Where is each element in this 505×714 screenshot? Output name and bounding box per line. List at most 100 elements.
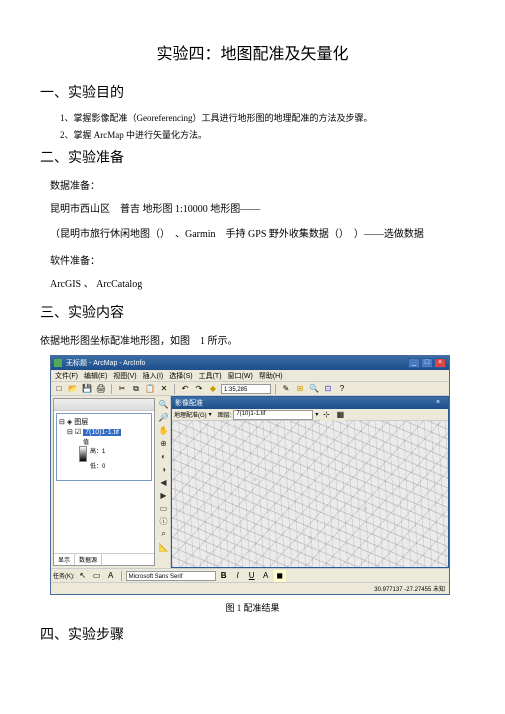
zoom-out-tool[interactable]: 🔎 (158, 411, 170, 423)
prev-extent-tool[interactable]: ◀ (158, 476, 170, 488)
toolbar-separator (174, 384, 175, 394)
task-label: 任务(K): (53, 571, 75, 580)
section-2-heading: 二、实验准备 (40, 147, 465, 167)
dropdown-icon[interactable]: ▾ (315, 411, 318, 418)
expand-icon[interactable]: ⊟ (59, 418, 65, 426)
arcmap-window: 无标题 - ArcMap - ArcInfo _ □ × 文件(F) 编辑(E)… (50, 355, 450, 595)
software-line: ArcGIS 、 ArcCatalog (50, 277, 465, 292)
layers-root[interactable]: ⊟ ◈ 图层 (59, 417, 149, 427)
help-button[interactable]: ? (336, 383, 348, 395)
editor-button[interactable]: ✎ (280, 383, 292, 395)
rect-tool[interactable]: ▭ (91, 570, 103, 582)
section-4-heading: 四、实验步骤 (40, 624, 465, 644)
fill-color[interactable]: ◼ (274, 570, 286, 582)
low-value: 低：0 (90, 461, 105, 470)
georef-close[interactable]: × (436, 399, 445, 407)
next-extent-tool[interactable]: ▶ (158, 489, 170, 501)
expand-icon[interactable]: ⊟ (67, 428, 73, 436)
layers-tree[interactable]: ⊟ ◈ 图层 ⊟ ☑ 7(10)1-1.tif 值 (56, 413, 152, 481)
search-button[interactable]: 🔍 (308, 383, 320, 395)
pan-tool[interactable]: ✋ (158, 424, 170, 436)
toc-tab-source[interactable]: 数据源 (75, 554, 102, 565)
toc-tab-display[interactable]: 显示 (54, 554, 75, 565)
select-tool[interactable]: ▭ (158, 502, 170, 514)
georef-titlebar[interactable]: 影像配准 × (172, 397, 448, 409)
measure-tool[interactable]: 📐 (158, 541, 170, 553)
app-icon (54, 359, 62, 367)
fixed-zoom-out[interactable]: ◑ (158, 463, 170, 475)
toolbox-button[interactable]: ⊡ (322, 383, 334, 395)
zoom-in-tool[interactable]: 🔍 (158, 398, 170, 410)
fixed-zoom-in[interactable]: ◐ (158, 450, 170, 462)
add-control-points[interactable]: ⊹ (320, 409, 332, 421)
save-button[interactable]: 💾 (81, 383, 93, 395)
font-selector[interactable]: Microsoft Sans Serif (126, 571, 216, 581)
scale-selector[interactable]: 1:35,285 (221, 384, 271, 394)
georef-toolbar: 地理配准(G) ▾ 图层: 7(10)1-1.tif ▾ ⊹ ▦ (172, 409, 448, 421)
catalog-button[interactable]: ⊞ (294, 383, 306, 395)
software-prep-label: 软件准备： (50, 252, 465, 267)
map-view: 影像配准 × 地理配准(G) ▾ 图层: 7(10)1-1.tif ▾ ⊹ ▦ (171, 396, 449, 568)
menu-select[interactable]: 选择(S) (169, 371, 192, 381)
cut-button[interactable]: ✂ (116, 383, 128, 395)
section-1-heading: 一、实验目的 (40, 82, 465, 102)
main-toolbar: □ 📂 💾 🖨 ✂ ⧉ 📋 ✕ ↶ ↷ ◆ 1:35,285 ✎ ⊞ 🔍 ⊡ ? (51, 382, 449, 396)
dropdown-icon[interactable]: ▾ (209, 411, 212, 418)
toc-tabs: 显示 数据源 (54, 553, 154, 565)
toolbar-separator (111, 384, 112, 394)
layer-name[interactable]: 7(10)1-1.tif (83, 429, 121, 436)
identify-tool[interactable]: ⓘ (158, 515, 170, 527)
screenshot-figure: 无标题 - ArcMap - ArcInfo _ □ × 文件(F) 编辑(E)… (50, 355, 450, 595)
georef-menu[interactable]: 地理配准(G) (174, 410, 207, 419)
high-value: 高：1 (90, 446, 105, 455)
menu-edit[interactable]: 编辑(E) (84, 371, 107, 381)
georef-layer-field[interactable]: 7(10)1-1.tif (233, 410, 313, 420)
menu-tools[interactable]: 工具(T) (199, 371, 222, 381)
font-color[interactable]: A (260, 570, 272, 582)
data-line-2: （昆明市旅行休闲地图（） 、Garmin 手持 GPS 野外收集数据（） ）——… (50, 227, 465, 242)
toc-panel: ⊟ ◈ 图层 ⊟ ☑ 7(10)1-1.tif 值 (53, 398, 155, 566)
gradient-symbol (79, 446, 87, 462)
figure-caption: 图 1 配准结果 (40, 601, 465, 614)
layer-label: 图层: (218, 410, 232, 419)
page-title: 实验四：地图配准及矢量化 (40, 40, 465, 64)
copy-button[interactable]: ⧉ (130, 383, 142, 395)
maximize-button[interactable]: □ (421, 358, 433, 368)
section-3-intro: 依据地形图坐标配准地形图，如图 1 所示。 (40, 332, 465, 347)
undo-button[interactable]: ↶ (179, 383, 191, 395)
italic-button[interactable]: I (232, 570, 244, 582)
layers-root-label: 图层 (74, 417, 88, 427)
section-3-heading: 三、实验内容 (40, 302, 465, 322)
bold-button[interactable]: B (218, 570, 230, 582)
find-tool[interactable]: ⌕ (158, 528, 170, 540)
checkbox-icon[interactable]: ☑ (75, 428, 81, 436)
underline-button[interactable]: U (246, 570, 258, 582)
map-canvas[interactable] (172, 421, 448, 567)
delete-button[interactable]: ✕ (158, 383, 170, 395)
text-tool[interactable]: A (105, 570, 117, 582)
tools-toolbar: 🔍 🔎 ✋ ⊕ ◐ ◑ ◀ ▶ ▭ ⓘ ⌕ 📐 (157, 396, 171, 568)
full-extent-tool[interactable]: ⊕ (158, 437, 170, 449)
menu-insert[interactable]: 插入(I) (143, 371, 164, 381)
redo-button[interactable]: ↷ (193, 383, 205, 395)
menu-window[interactable]: 窗口(W) (228, 371, 253, 381)
window-title-text: 无标题 - ArcMap - ArcInfo (66, 358, 407, 368)
new-button[interactable]: □ (53, 383, 65, 395)
menu-file[interactable]: 文件(F) (55, 371, 78, 381)
open-button[interactable]: 📂 (67, 383, 79, 395)
menu-view[interactable]: 视图(V) (113, 371, 136, 381)
add-data-button[interactable]: ◆ (207, 383, 219, 395)
layer-row[interactable]: ⊟ ☑ 7(10)1-1.tif (59, 428, 149, 436)
objective-1: 1、掌握影像配准（Georeferencing）工具进行地形图的地理配准的方法及… (60, 112, 465, 125)
link-table-button[interactable]: ▦ (334, 409, 346, 421)
close-button[interactable]: × (434, 358, 446, 368)
georef-title: 影像配准 (175, 398, 436, 408)
toc-content: ⊟ ◈ 图层 ⊟ ☑ 7(10)1-1.tif 值 (54, 411, 154, 553)
pointer-tool[interactable]: ↖ (77, 570, 89, 582)
coordinates: 30.977137 -27.27455 未知 (374, 584, 445, 593)
menu-help[interactable]: 帮助(H) (259, 371, 283, 381)
minimize-button[interactable]: _ (408, 358, 420, 368)
paste-button[interactable]: 📋 (144, 383, 156, 395)
print-button[interactable]: 🖨 (95, 383, 107, 395)
window-titlebar[interactable]: 无标题 - ArcMap - ArcInfo _ □ × (51, 356, 449, 370)
